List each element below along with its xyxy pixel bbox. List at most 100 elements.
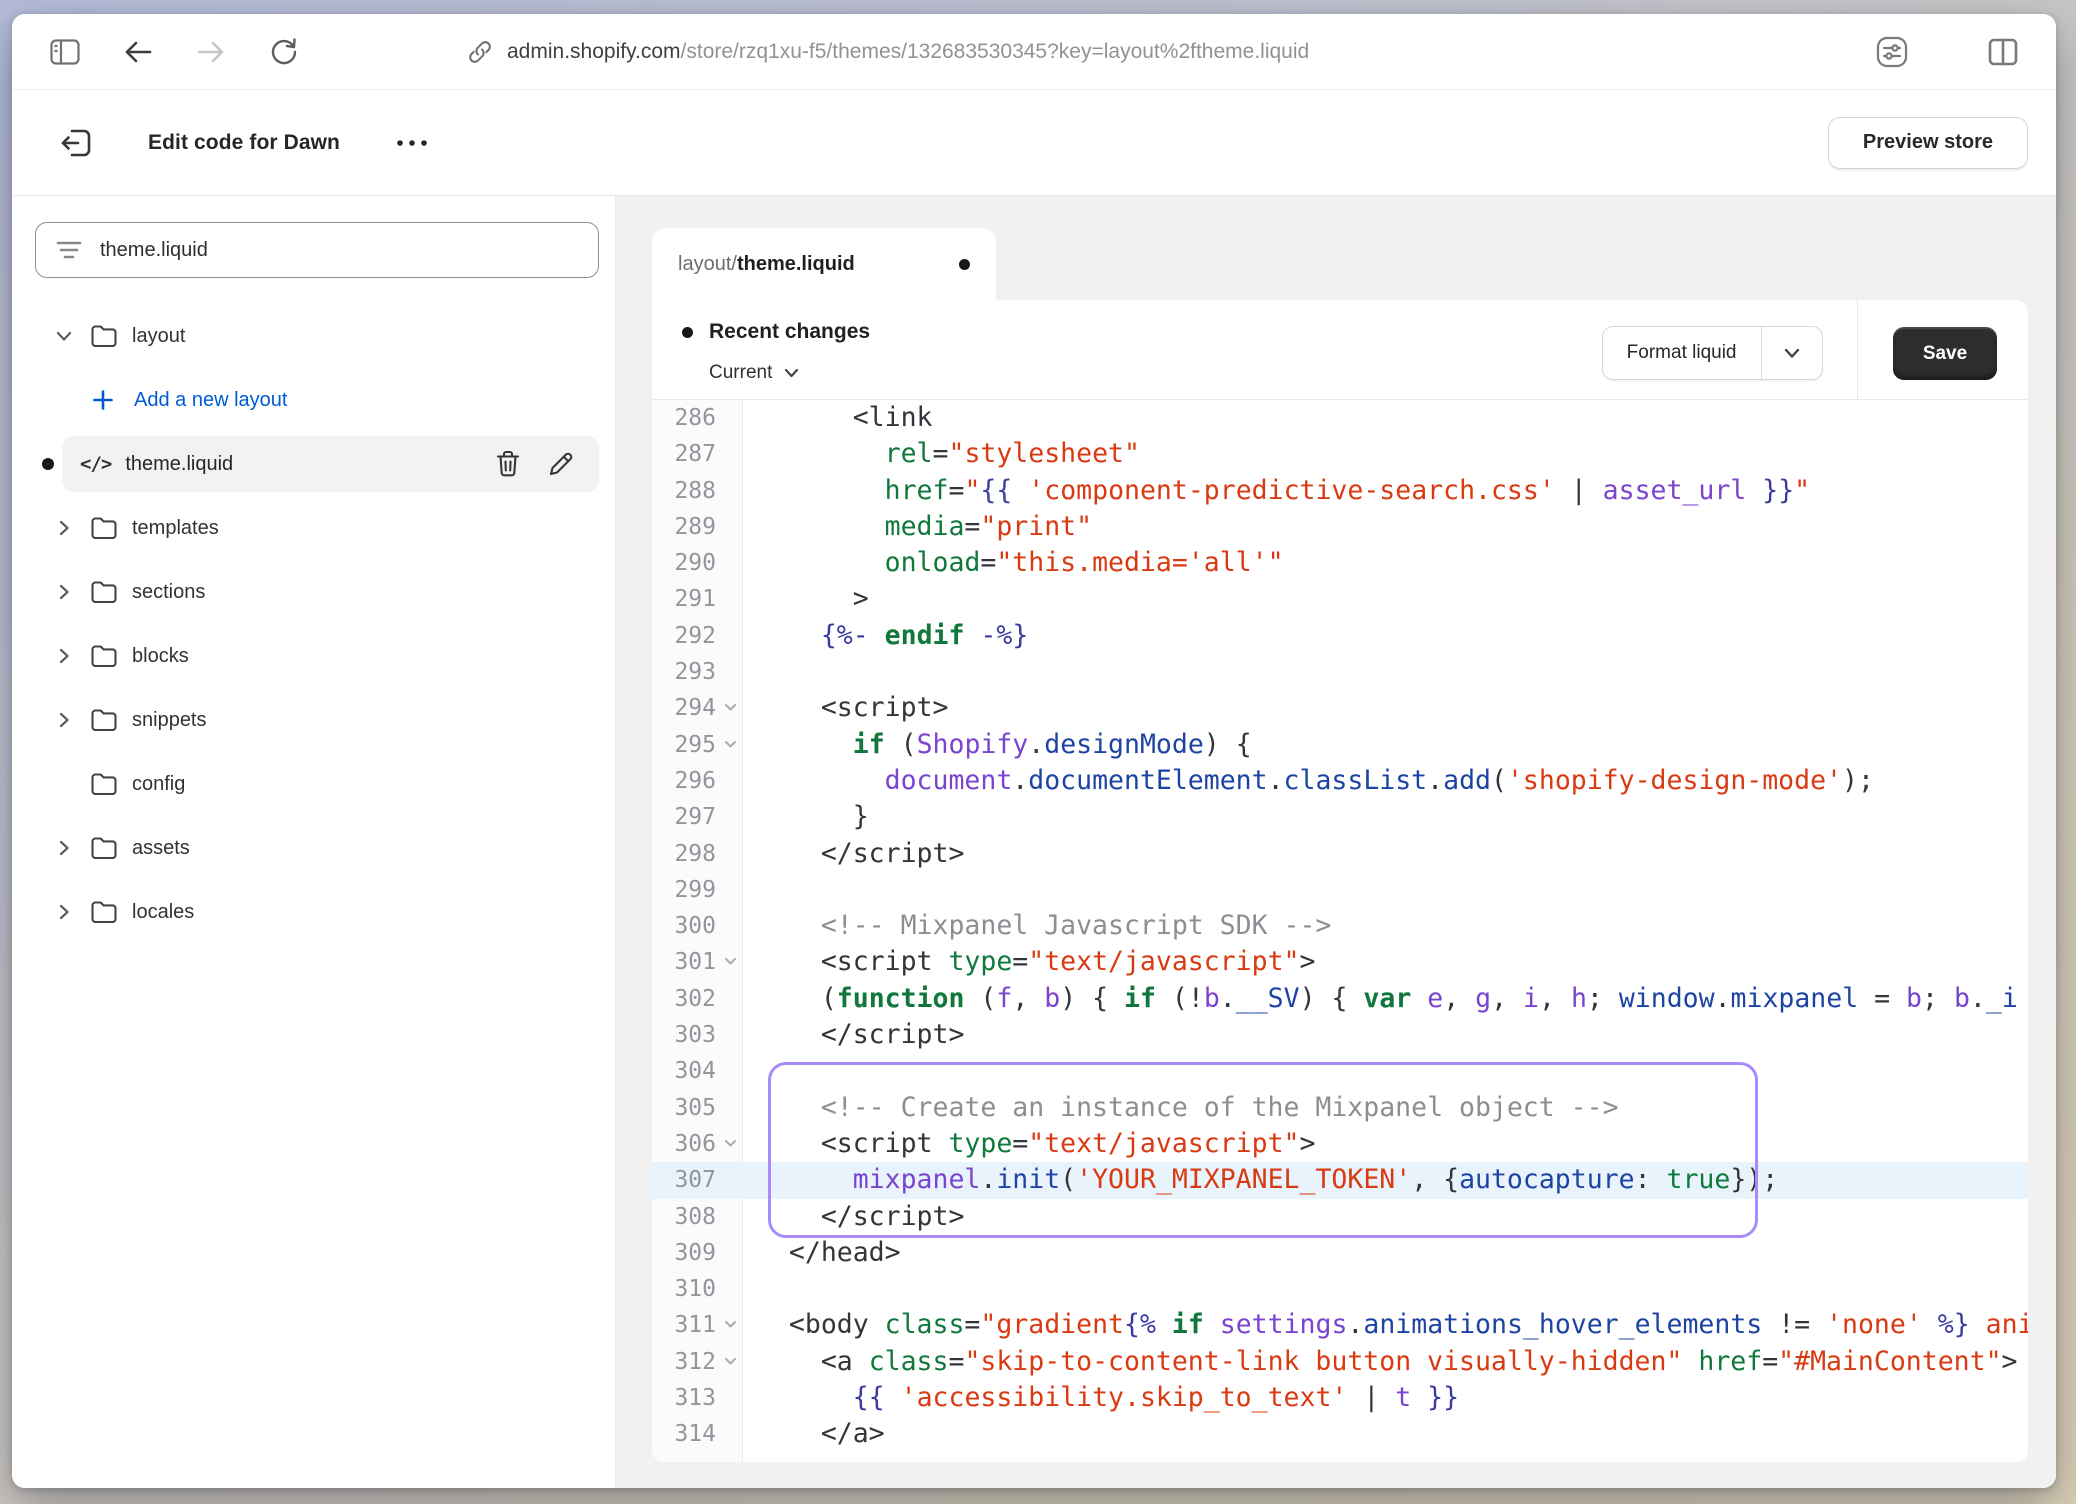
line-content: > bbox=[742, 581, 2028, 617]
folder-label: blocks bbox=[132, 645, 189, 668]
chevron-right-icon[interactable] bbox=[50, 584, 78, 600]
fold-chevron-icon[interactable] bbox=[724, 1320, 737, 1329]
code-line-293[interactable]: 293 bbox=[652, 654, 2028, 690]
sidebar-item-templates[interactable]: templates bbox=[12, 496, 615, 560]
sidebar-item-blocks[interactable]: blocks bbox=[12, 624, 615, 688]
format-liquid-caret[interactable] bbox=[1762, 327, 1822, 379]
line-number: 310 bbox=[652, 1271, 742, 1307]
code-line-304[interactable]: 304 bbox=[652, 1053, 2028, 1089]
fold-chevron-icon[interactable] bbox=[724, 1139, 737, 1148]
split-view-icon[interactable] bbox=[1980, 29, 2026, 75]
file-search-value: theme.liquid bbox=[100, 239, 208, 262]
preview-store-button[interactable]: Preview store bbox=[1828, 117, 2028, 169]
code-line-294[interactable]: 294 <script> bbox=[652, 690, 2028, 726]
code-line-295[interactable]: 295 if (Shopify.designMode) { bbox=[652, 727, 2028, 763]
code-line-289[interactable]: 289 media="print" bbox=[652, 509, 2028, 545]
line-content: (function (f, b) { if (!b.__SV) { var e,… bbox=[742, 981, 2028, 1017]
code-line-298[interactable]: 298 </script> bbox=[652, 836, 2028, 872]
code-line-306[interactable]: 306 <script type="text/javascript"> bbox=[652, 1126, 2028, 1162]
fold-chevron-icon[interactable] bbox=[724, 740, 737, 749]
unsaved-file-dot bbox=[42, 458, 54, 470]
sidebar-item-layout[interactable]: layout bbox=[12, 304, 615, 368]
line-number: 303 bbox=[652, 1017, 742, 1053]
line-number: 300 bbox=[652, 908, 742, 944]
recent-changes-dot bbox=[682, 327, 693, 338]
code-line-312[interactable]: 312 <a class="skip-to-content-link butto… bbox=[652, 1344, 2028, 1380]
chevron-right-icon[interactable] bbox=[50, 904, 78, 920]
sidebar-item-sections[interactable]: sections bbox=[12, 560, 615, 624]
code-line-288[interactable]: 288 href="{{ 'component-predictive-searc… bbox=[652, 473, 2028, 509]
code-line-286[interactable]: 286 <link bbox=[652, 400, 2028, 436]
code-line-307[interactable]: 307 mixpanel.init('YOUR_MIXPANEL_TOKEN',… bbox=[652, 1162, 2028, 1198]
chevron-right-icon[interactable] bbox=[50, 648, 78, 664]
line-content: {%- endif -%} bbox=[742, 618, 2028, 654]
folder-label: snippets bbox=[132, 709, 207, 732]
page-settings-icon[interactable] bbox=[1869, 29, 1915, 75]
line-number: 288 bbox=[652, 473, 742, 509]
code-line-287[interactable]: 287 rel="stylesheet" bbox=[652, 436, 2028, 472]
line-number: 302 bbox=[652, 981, 742, 1017]
code-line-303[interactable]: 303 </script> bbox=[652, 1017, 2028, 1053]
line-number: 297 bbox=[652, 799, 742, 835]
sidebar-item-snippets[interactable]: snippets bbox=[12, 688, 615, 752]
code-line-313[interactable]: 313 {{ 'accessibility.skip_to_text' | t … bbox=[652, 1380, 2028, 1416]
back-icon[interactable] bbox=[115, 29, 161, 75]
code-line-291[interactable]: 291 > bbox=[652, 581, 2028, 617]
fold-chevron-icon[interactable] bbox=[724, 957, 737, 966]
link-icon bbox=[467, 39, 493, 65]
version-dropdown[interactable]: Current bbox=[709, 362, 799, 384]
editor-card: Recent changes Current Format liquid bbox=[652, 300, 2028, 1462]
code-line-314[interactable]: 314 </a> bbox=[652, 1416, 2028, 1452]
rename-file-icon[interactable] bbox=[547, 450, 575, 478]
forward-icon[interactable] bbox=[188, 29, 234, 75]
url-bar[interactable]: admin.shopify.com/store/rzq1xu-f5/themes… bbox=[467, 39, 1309, 65]
line-number: 298 bbox=[652, 836, 742, 872]
fold-chevron-icon[interactable] bbox=[724, 1357, 737, 1366]
fold-chevron-icon[interactable] bbox=[724, 703, 737, 712]
folder-icon bbox=[90, 836, 130, 860]
code-line-310[interactable]: 310 bbox=[652, 1271, 2028, 1307]
recent-changes-label: Recent changes bbox=[709, 320, 870, 344]
line-content: document.documentElement.classList.add('… bbox=[742, 763, 2028, 799]
format-liquid-button[interactable]: Format liquid bbox=[1602, 326, 1823, 380]
chevron-right-icon[interactable] bbox=[50, 520, 78, 536]
chevron-down-icon[interactable] bbox=[50, 331, 78, 342]
format-liquid-label[interactable]: Format liquid bbox=[1603, 327, 1761, 379]
code-line-311[interactable]: 311 <body class="gradient{% if settings.… bbox=[652, 1307, 2028, 1343]
sidebar-item-locales[interactable]: locales bbox=[12, 880, 615, 944]
line-number: 311 bbox=[652, 1307, 742, 1343]
sidebar-item-add-a-new-layout[interactable]: Add a new layout bbox=[12, 368, 615, 432]
code-line-301[interactable]: 301 <script type="text/javascript"> bbox=[652, 944, 2028, 980]
more-actions-icon[interactable] bbox=[394, 128, 430, 158]
code-editor[interactable]: 286 <link287 rel="stylesheet"288 href="{… bbox=[652, 400, 2028, 1462]
sidebar-item-config[interactable]: config bbox=[12, 752, 615, 816]
code-line-296[interactable]: 296 document.documentElement.classList.a… bbox=[652, 763, 2028, 799]
reload-icon[interactable] bbox=[261, 29, 307, 75]
chevron-right-icon[interactable] bbox=[50, 712, 78, 728]
code-line-297[interactable]: 297 } bbox=[652, 799, 2028, 835]
code-line-305[interactable]: 305 <!-- Create an instance of the Mixpa… bbox=[652, 1090, 2028, 1126]
code-line-302[interactable]: 302 (function (f, b) { if (!b.__SV) { va… bbox=[652, 981, 2028, 1017]
code-line-290[interactable]: 290 onload="this.media='all'" bbox=[652, 545, 2028, 581]
code-line-292[interactable]: 292 {%- endif -%} bbox=[652, 618, 2028, 654]
tab-path-prefix: layout/ bbox=[678, 253, 737, 276]
code-line-309[interactable]: 309 </head> bbox=[652, 1235, 2028, 1271]
chevron-right-icon[interactable] bbox=[50, 840, 78, 856]
folder-label: layout bbox=[132, 325, 185, 348]
line-number: 308 bbox=[652, 1199, 742, 1235]
tab-theme-liquid[interactable]: layout/theme.liquid bbox=[652, 228, 996, 300]
line-content: href="{{ 'component-predictive-search.cs… bbox=[742, 473, 2028, 509]
code-line-300[interactable]: 300 <!-- Mixpanel Javascript SDK --> bbox=[652, 908, 2028, 944]
delete-file-icon[interactable] bbox=[495, 450, 521, 478]
file-search-input[interactable]: theme.liquid bbox=[35, 222, 599, 278]
browser-window: admin.shopify.com/store/rzq1xu-f5/themes… bbox=[12, 14, 2056, 1488]
browser-sidebar-toggle-icon[interactable] bbox=[42, 29, 88, 75]
sidebar-item-theme-liquid[interactable]: </>theme.liquid bbox=[12, 432, 615, 496]
code-line-299[interactable]: 299 bbox=[652, 872, 2028, 908]
exit-editor-button[interactable] bbox=[54, 121, 98, 165]
selected-file-row[interactable]: </>theme.liquid bbox=[62, 436, 599, 492]
line-number: 286 bbox=[652, 400, 742, 436]
code-line-308[interactable]: 308 </script> bbox=[652, 1199, 2028, 1235]
sidebar-item-assets[interactable]: assets bbox=[12, 816, 615, 880]
save-button[interactable]: Save bbox=[1893, 327, 1997, 380]
